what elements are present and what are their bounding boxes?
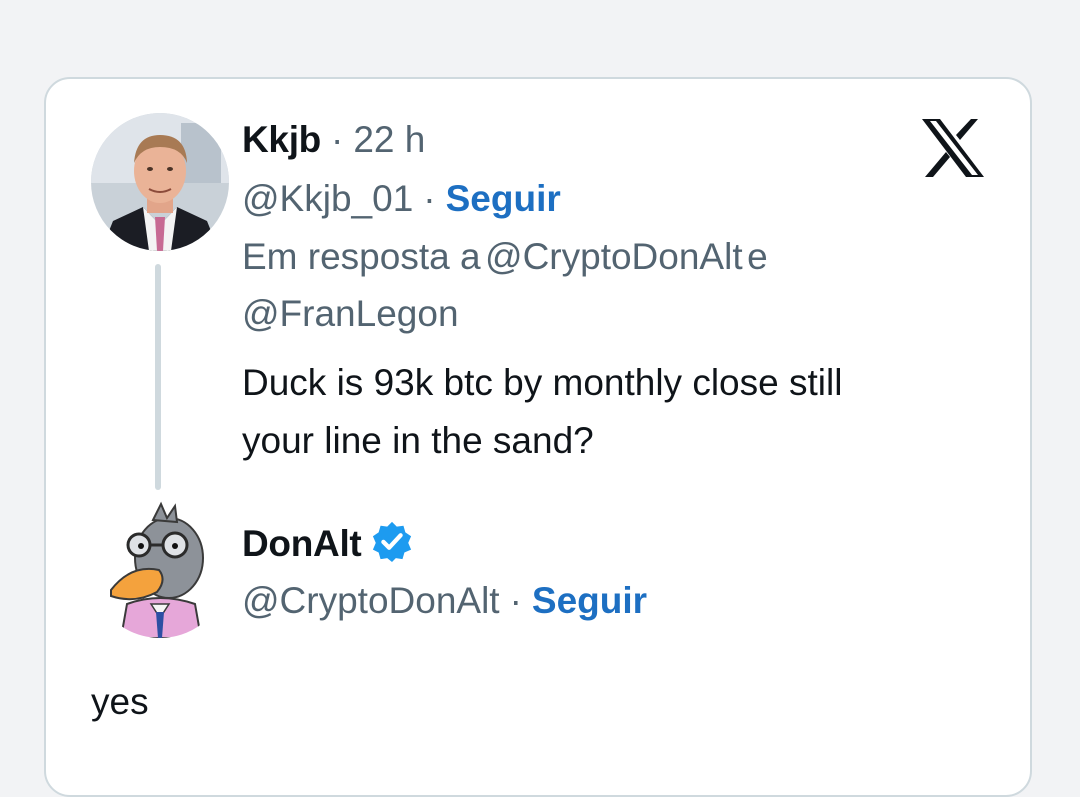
avatar-donalt[interactable] — [91, 500, 229, 638]
parent-tweet-text-line-2: your line in the sand? — [242, 420, 594, 461]
reply-to-conjunction: e — [747, 236, 768, 277]
avatar-donalt-image — [91, 500, 229, 638]
verified-badge-icon — [373, 521, 412, 562]
avatar-kkjb-image — [91, 113, 229, 251]
parent-timestamp[interactable]: 22 h — [353, 119, 425, 160]
parent-header: Kkjb · 22 h — [242, 119, 425, 161]
thread-connector-line — [155, 264, 161, 490]
x-logo-icon[interactable] — [920, 117, 986, 179]
reply-to-line-1: Em resposta a @CryptoDonAlt e — [242, 236, 768, 278]
avatar-kkjb[interactable] — [91, 113, 229, 251]
reply-handle[interactable]: @CryptoDonAlt — [242, 580, 500, 621]
separator-dot: · — [330, 119, 344, 160]
reply-header: DonAlt — [242, 520, 413, 565]
reply-to-line-2: @FranLegon — [242, 293, 459, 335]
reply-follow-button[interactable]: Seguir — [532, 580, 647, 621]
reply-to-user-franlegon[interactable]: @FranLegon — [242, 293, 459, 334]
reply-to-prefix: Em resposta a — [242, 236, 481, 277]
parent-tweet-text-line-1: Duck is 93k btc by monthly close still — [242, 362, 843, 403]
separator-dot: · — [423, 178, 436, 219]
reply-to-user-cryptodonalt[interactable]: @CryptoDonAlt — [485, 236, 743, 277]
parent-display-name[interactable]: Kkjb — [242, 119, 321, 160]
separator-dot: · — [509, 580, 522, 621]
reply-handle-row: @CryptoDonAlt · Seguir — [242, 580, 647, 622]
parent-follow-button[interactable]: Seguir — [446, 178, 561, 219]
reply-display-name[interactable]: DonAlt — [242, 523, 362, 564]
parent-handle-row: @Kkjb_01 · Seguir — [242, 178, 561, 220]
parent-handle[interactable]: @Kkjb_01 — [242, 178, 413, 219]
reply-tweet-text: yes — [91, 681, 149, 722]
